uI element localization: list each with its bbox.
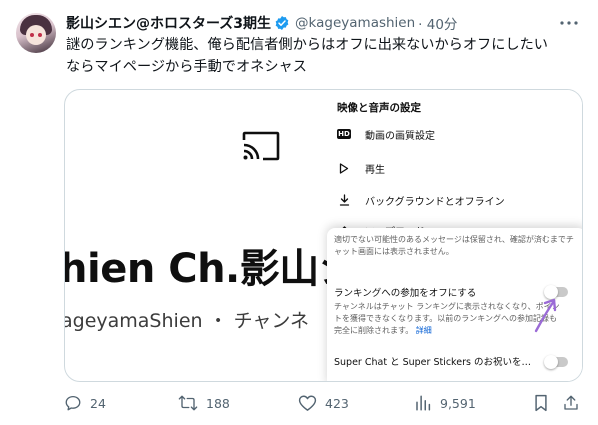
tweet-text: 謎のランキング機能、俺ら配信者側からはオフに出来ないからオフにしたい ならマイペ…	[66, 34, 571, 78]
repost-count: 188	[206, 395, 230, 411]
tweet-actions: 24 188 423 9,591	[0, 388, 598, 418]
more-icon[interactable]	[558, 13, 580, 33]
tweet-text-line: 謎のランキング機能、俺ら配信者側からはオフに出来ないからオフにしたい	[66, 37, 548, 53]
share-button[interactable]	[562, 388, 588, 418]
settings-panel-title: 映像と音声の設定	[337, 102, 421, 114]
channel-name: hien Ch.影山シ	[64, 246, 359, 292]
cast-icon	[242, 131, 280, 161]
settings-panel: 映像と音声の設定 HD 動画の画質設定 再生 バックグラウンドとオフライン マッ…	[327, 90, 582, 381]
repost-button[interactable]: 188	[178, 388, 230, 418]
views-count: 9,591	[440, 395, 476, 411]
ranking-description-text: チャンネルはチャット ランキングに表示されなくなり、ポイントを獲得できなくなりま…	[334, 302, 560, 335]
download-icon	[337, 193, 351, 207]
annotation-arrow-icon	[534, 298, 557, 333]
superchat-toggle[interactable]	[544, 355, 568, 369]
tweet-media-image[interactable]: hien Ch.影山シ ageyamaShien ・ チャンネ 映像と音声の設定…	[64, 89, 583, 382]
details-link[interactable]: 詳細	[416, 326, 432, 335]
reply-button[interactable]: 24	[64, 388, 106, 418]
tweet-text-line: ならマイページから手動でオネシャス	[66, 59, 307, 75]
play-icon	[337, 161, 351, 175]
menu-item-playback[interactable]: 再生	[329, 157, 385, 179]
tweet-header: 影山シエン@ホロスターズ3期生 @kageyamashien · 40分	[66, 13, 457, 33]
chat-settings-popup: 適切でない可能性のあるメッセージは保留され、確認が済むまでチャット画面には表示さ…	[327, 228, 582, 381]
views-icon	[416, 395, 431, 411]
reply-count: 24	[90, 395, 106, 411]
menu-item-quality[interactable]: HD 動画の画質設定	[329, 123, 435, 145]
ranking-opt-out-label: ランキングへの参加をオフにする	[334, 288, 477, 299]
avatar[interactable]	[16, 13, 56, 53]
channel-handle-line: ageyamaShien ・ チャンネ	[64, 310, 310, 332]
handle[interactable]: @kageyamashien	[295, 15, 415, 31]
reply-icon	[65, 395, 81, 411]
verified-badge-icon	[275, 16, 289, 30]
held-messages-note: 適切でない可能性のあるメッセージは保留され、確認が済むまでチャット画面には表示さ…	[334, 235, 574, 256]
like-button[interactable]: 423	[298, 388, 349, 418]
heart-icon	[298, 395, 317, 411]
display-name[interactable]: 影山シエン@ホロスターズ3期生	[66, 13, 271, 33]
bookmark-icon	[535, 394, 547, 412]
menu-item-background-offline[interactable]: バックグラウンドとオフライン	[329, 189, 505, 211]
views-button[interactable]: 9,591	[414, 388, 476, 418]
like-count: 423	[325, 395, 349, 411]
bookmark-button[interactable]	[533, 388, 557, 418]
menu-item-label: バックグラウンドとオフライン	[365, 196, 505, 208]
menu-item-label: 動画の画質設定	[365, 130, 435, 142]
timestamp[interactable]: · 40分	[418, 13, 457, 33]
ranking-opt-out-description: チャンネルはチャット ランキングに表示されなくなり、ポイントを獲得できなくなりま…	[334, 301, 562, 337]
superchat-label: Super Chat と Super Stickers のお祝いを…	[334, 357, 531, 368]
menu-item-label: 再生	[365, 164, 385, 176]
share-icon	[564, 395, 578, 410]
repost-icon	[178, 395, 198, 411]
hd-icon: HD	[337, 129, 351, 139]
